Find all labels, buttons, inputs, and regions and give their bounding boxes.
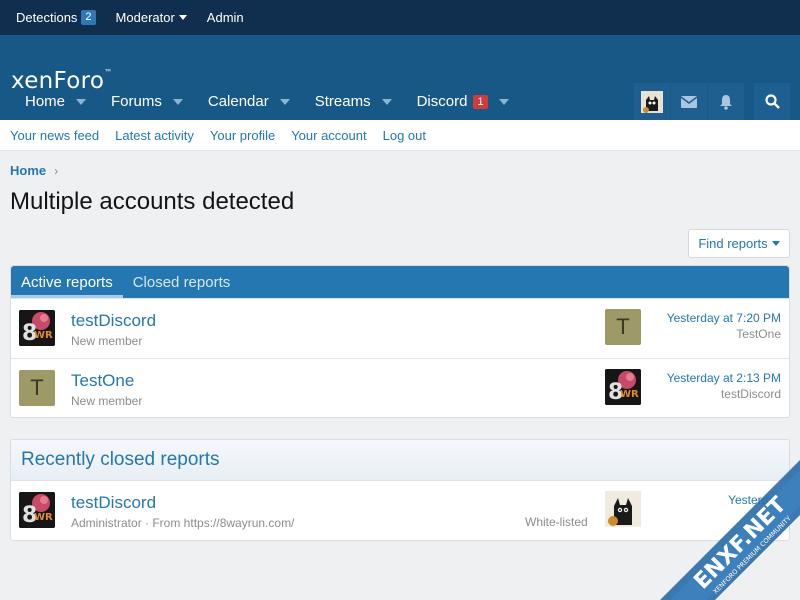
staff-bar: Detections 2 Moderator Admin xyxy=(0,0,800,35)
reported-user-name[interactable]: testDiscord xyxy=(71,311,156,331)
reporter-name[interactable]: Jaxel xyxy=(753,509,781,523)
tab-active-reports[interactable]: Active reports xyxy=(11,266,123,298)
svg-text:WR: WR xyxy=(34,330,53,341)
nav-streams-label: Streams xyxy=(314,93,371,110)
cat-avatar-icon xyxy=(641,90,663,113)
chevron-down-icon xyxy=(771,241,780,246)
reported-user-title: New member xyxy=(71,334,143,348)
search-button[interactable] xyxy=(754,83,790,120)
find-reports-label: Find reports xyxy=(698,236,768,251)
subnav-your-profile[interactable]: Your profile xyxy=(210,128,275,143)
report-status: White-listed xyxy=(525,515,588,529)
report-row[interactable]: 8 WR testDiscord New member T Yesterday … xyxy=(11,298,789,358)
breadcrumb-home[interactable]: Home xyxy=(10,163,46,178)
envelope-icon xyxy=(681,95,697,108)
reporter-avatar-8wr[interactable]: 8 WR xyxy=(605,369,641,405)
chevron-down-icon[interactable] xyxy=(381,98,392,105)
detections-link[interactable]: Detections 2 xyxy=(16,10,96,25)
nav-discord[interactable]: Discord 1 xyxy=(392,83,509,120)
nav-forums[interactable]: Forums xyxy=(86,83,183,120)
breadcrumb: Home › xyxy=(10,163,58,178)
moderator-label: Moderator xyxy=(115,10,175,25)
subnav-latest-activity[interactable]: Latest activity xyxy=(115,128,194,143)
nav-calendar[interactable]: Calendar xyxy=(183,83,290,120)
chevron-down-icon[interactable] xyxy=(172,98,183,105)
alerts-button[interactable] xyxy=(708,83,744,120)
chevron-down-icon[interactable] xyxy=(279,98,290,105)
svg-text:WR: WR xyxy=(620,389,639,400)
nav-home-label: Home xyxy=(25,93,66,110)
reporter-name[interactable]: TestOne xyxy=(736,327,781,341)
detections-label: Detections xyxy=(16,10,78,25)
chevron-down-icon xyxy=(178,15,187,20)
discord-count-badge: 1 xyxy=(473,94,488,109)
subnav-news-feed[interactable]: Your news feed xyxy=(10,128,99,143)
nav-forums-label: Forums xyxy=(111,93,162,110)
account-avatar-button[interactable] xyxy=(634,83,670,120)
closed-report-row[interactable]: 8 WR testDiscord Administrator · From ht… xyxy=(11,481,789,541)
report-date[interactable]: Yesterday at 7:20 PM xyxy=(667,311,781,325)
report-date[interactable]: Yesterday at 2:13 PM xyxy=(667,371,781,385)
admin-label: Admin xyxy=(206,10,244,25)
reported-user-name[interactable]: testDiscord xyxy=(71,493,156,513)
reporter-name[interactable]: testDiscord xyxy=(721,387,781,401)
site-header: xenForo™ Home Forums Calendar Streams Di… xyxy=(0,35,800,120)
sub-nav: Your news feed Latest activity Your prof… xyxy=(0,120,800,151)
nav-calendar-label: Calendar xyxy=(207,93,269,110)
chevron-down-icon[interactable] xyxy=(498,98,509,105)
user-avatar-8wr[interactable]: 8 WR xyxy=(19,492,55,528)
svg-text:WR: WR xyxy=(34,512,53,523)
subnav-your-account[interactable]: Your account xyxy=(291,128,366,143)
find-reports-button[interactable]: Find reports xyxy=(688,229,790,258)
nav-discord-label: Discord xyxy=(416,93,468,110)
nav-user-area xyxy=(633,83,790,120)
tab-closed-reports[interactable]: Closed reports xyxy=(123,266,241,298)
eight-way-run-logo-icon: 8 WR xyxy=(605,369,641,405)
nav-streams[interactable]: Streams xyxy=(290,83,392,120)
report-row[interactable]: T TestOne New member 8 WR Yesterday at 2… xyxy=(11,358,789,418)
main-nav: Home Forums Calendar Streams Discord 1 xyxy=(0,83,800,120)
report-date[interactable]: Yesterday xyxy=(728,493,781,507)
eight-way-run-logo-icon: 8 WR xyxy=(19,492,55,528)
chevron-down-icon[interactable] xyxy=(76,98,87,105)
search-icon xyxy=(764,94,780,109)
detections-count-badge: 2 xyxy=(81,10,96,25)
report-tabs: Active reports Closed reports xyxy=(11,266,789,298)
page-title: Multiple accounts detected xyxy=(10,188,295,215)
admin-link[interactable]: Admin xyxy=(207,10,244,25)
reporter-avatar-cat[interactable] xyxy=(605,491,641,527)
recently-closed-heading: Recently closed reports xyxy=(11,440,789,481)
user-avatar-8wr[interactable]: 8 WR xyxy=(19,310,55,346)
subnav-log-out[interactable]: Log out xyxy=(383,128,426,143)
eight-way-run-logo-icon: 8 WR xyxy=(19,310,55,346)
recently-closed-block: Recently closed reports 8 WR testDiscord… xyxy=(10,439,790,541)
breadcrumb-separator-icon: › xyxy=(54,163,59,178)
conversations-button[interactable] xyxy=(671,83,707,120)
bell-icon xyxy=(720,94,732,110)
user-avatar[interactable]: T xyxy=(19,370,55,406)
reported-user-title: Administrator · From https://8wayrun.com… xyxy=(71,516,295,530)
reported-user-name[interactable]: TestOne xyxy=(71,371,134,391)
reports-block: Active reports Closed reports 8 WR testD… xyxy=(10,265,790,418)
reporter-avatar[interactable]: T xyxy=(605,309,641,345)
nav-home[interactable]: Home xyxy=(0,83,87,120)
reported-user-title: New member xyxy=(71,394,143,408)
moderator-menu[interactable]: Moderator xyxy=(116,10,187,25)
cat-avatar-icon xyxy=(605,491,641,527)
